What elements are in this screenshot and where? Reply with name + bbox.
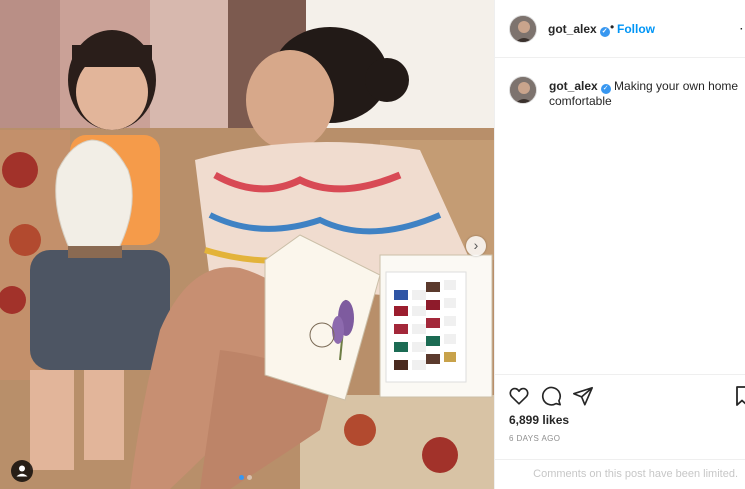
- avatar[interactable]: [509, 15, 537, 43]
- username-link[interactable]: got_alex ✓: [548, 22, 610, 37]
- chevron-right-icon: ›: [473, 237, 479, 253]
- carousel-dot-2: [247, 475, 252, 480]
- comments-limited-notice: Comments on this post have been limited.: [495, 459, 745, 489]
- bookmark-icon[interactable]: [735, 385, 745, 407]
- post-side-panel: got_alex✓ • Follow ⋯ got_alex✓ Making yo…: [494, 0, 745, 489]
- paper-plane-icon[interactable]: [572, 385, 594, 407]
- post-timestamp[interactable]: 6 DAYS AGO: [509, 434, 560, 443]
- caption-username[interactable]: got_alex: [549, 79, 598, 93]
- caption-text-block: got_alex ✓ Making your own home comfortab…: [549, 79, 741, 108]
- photo-image: [0, 0, 494, 489]
- username-text: got_alex: [548, 22, 597, 36]
- post-header: got_alex✓ • Follow ⋯: [495, 0, 745, 58]
- more-options-icon[interactable]: ⋯: [739, 20, 745, 37]
- next-photo-button[interactable]: ›: [466, 236, 486, 256]
- heart-icon[interactable]: [508, 385, 530, 407]
- avatar[interactable]: [509, 76, 537, 104]
- likes-count[interactable]: 6,899 likes: [509, 413, 569, 427]
- post-actions: 6,899 likes 6 DAYS AGO Comments on this …: [495, 374, 745, 489]
- carousel-dot-1: [239, 475, 244, 480]
- tagged-users-button[interactable]: [11, 460, 33, 482]
- verified-badge-icon: ✓: [600, 84, 611, 94]
- carousel-indicator: [239, 475, 252, 480]
- user-tag-icon: [16, 465, 28, 477]
- comment-icon[interactable]: [540, 385, 562, 407]
- follow-button[interactable]: Follow: [617, 22, 655, 36]
- post-photo[interactable]: ›: [0, 0, 494, 489]
- separator-dot: •: [610, 20, 615, 34]
- verified-badge-icon: ✓: [599, 27, 610, 37]
